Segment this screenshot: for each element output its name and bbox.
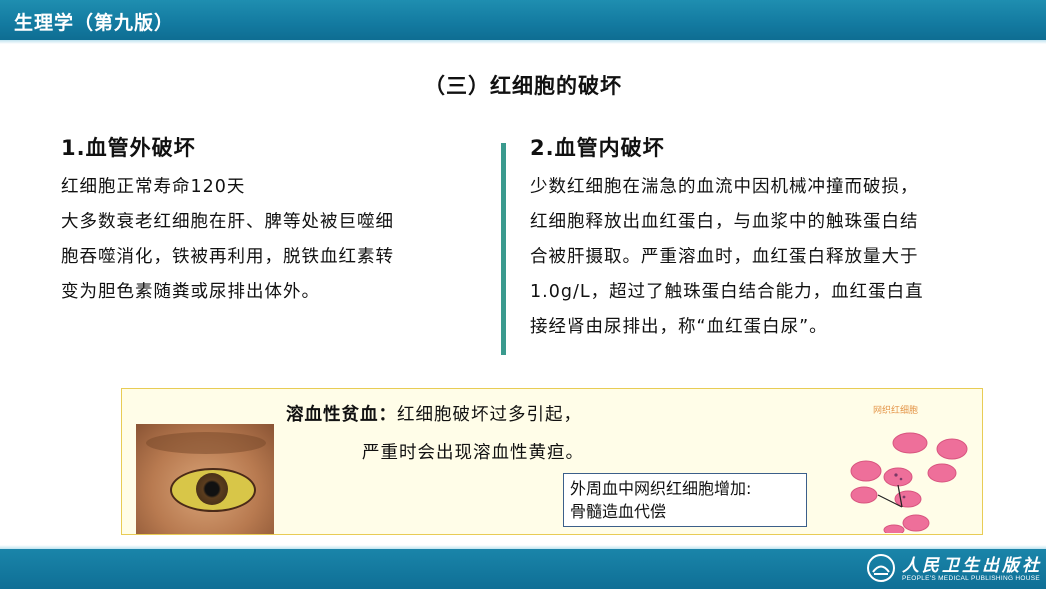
rbc-shape — [850, 460, 882, 482]
intravascular-line: 1.0g/L，超过了触珠蛋白结合能力，血红蛋白直 — [530, 282, 924, 302]
header-bar: 生理学（第九版） — [0, 0, 1046, 44]
extravascular-heading: 1.血管外破坏 — [61, 136, 196, 160]
publisher-logo-icon — [867, 554, 895, 582]
reticulocyte-note-line: 外周血中网织红细胞增加: — [570, 479, 752, 498]
intravascular-line: 红细胞释放出血红蛋白，与血浆中的触珠蛋白结 — [530, 212, 919, 232]
publisher-name-cn: 人民卫生出版社 — [902, 556, 1042, 576]
footer-bar: 人民卫生出版社 PEOPLE'S MEDICAL PUBLISHING HOUS… — [0, 545, 1046, 589]
extravascular-line: 胞吞噬消化，铁被再利用，脱铁血红素转 — [61, 247, 394, 267]
rbc-shape — [883, 524, 905, 533]
reticulocyte-note-line: 骨髓造血代偿 — [570, 502, 667, 521]
reticulocyte-figure: 网织红细胞 — [840, 399, 980, 533]
book-title: 生理学（第九版） — [14, 12, 175, 34]
rbc-shape — [927, 463, 957, 483]
hemolytic-anemia-term: 溶血性贫血： — [286, 405, 397, 425]
rbc-shape — [894, 490, 922, 508]
jaundiced-eye-image — [136, 424, 274, 534]
red-blood-cells-image — [850, 432, 968, 533]
extravascular-section: 1.血管外破坏 红细胞正常寿命120天 大多数衰老红细胞在肝、脾等处被巨噬细 胞… — [61, 132, 481, 310]
header-stripe — [0, 40, 1046, 44]
publisher-name-en: PEOPLE'S MEDICAL PUBLISHING HOUSE — [902, 575, 1041, 582]
hemolytic-anemia-definition: 溶血性贫血：红细胞破坏过多引起， — [286, 401, 582, 426]
rbc-shape — [892, 432, 928, 454]
reticulocyte-note: 外周血中网织红细胞增加: 骨髓造血代偿 — [563, 473, 807, 527]
hemolytic-jaundice-text: 严重时会出现溶血性黄疸。 — [362, 443, 584, 463]
hemolytic-anemia-cause: 红细胞破坏过多引起， — [397, 405, 582, 425]
hemolytic-anemia-box: 溶血性贫血：红细胞破坏过多引起， 严重时会出现溶血性黄疸。 外周血中网织红细胞增… — [121, 388, 983, 535]
reticulum-dot — [899, 477, 903, 481]
iris — [196, 473, 228, 505]
rbc-shape — [850, 486, 878, 504]
intravascular-section: 2.血管内破坏 少数红细胞在湍急的血流中因机械冲撞而破损， 红细胞释放出血红蛋白… — [530, 132, 1000, 345]
intravascular-heading: 2.血管内破坏 — [530, 136, 665, 160]
column-divider — [501, 143, 506, 355]
extravascular-line: 变为胆色素随粪或尿排出体外。 — [61, 282, 320, 302]
reticulum-dot — [894, 473, 898, 477]
eyebrow-shape — [146, 432, 266, 454]
rbc-shape — [902, 514, 930, 532]
extravascular-line: 大多数衰老红细胞在肝、脾等处被巨噬细 — [61, 212, 394, 232]
intravascular-line: 接经肾由尿排出，称“血红蛋白尿”。 — [530, 317, 828, 337]
rbc-shape — [936, 438, 968, 460]
intravascular-line: 合被肝摄取。严重溶血时，血红蛋白释放量大于 — [530, 247, 919, 267]
intravascular-line: 少数红细胞在湍急的血流中因机械冲撞而破损， — [530, 177, 919, 197]
footer-stripe — [0, 545, 1046, 549]
extravascular-line: 红细胞正常寿命120天 — [61, 177, 246, 197]
reticulum-dot — [902, 495, 906, 499]
slide-title: （三）红细胞的破坏 — [424, 74, 622, 98]
rbc-shape — [883, 467, 913, 487]
